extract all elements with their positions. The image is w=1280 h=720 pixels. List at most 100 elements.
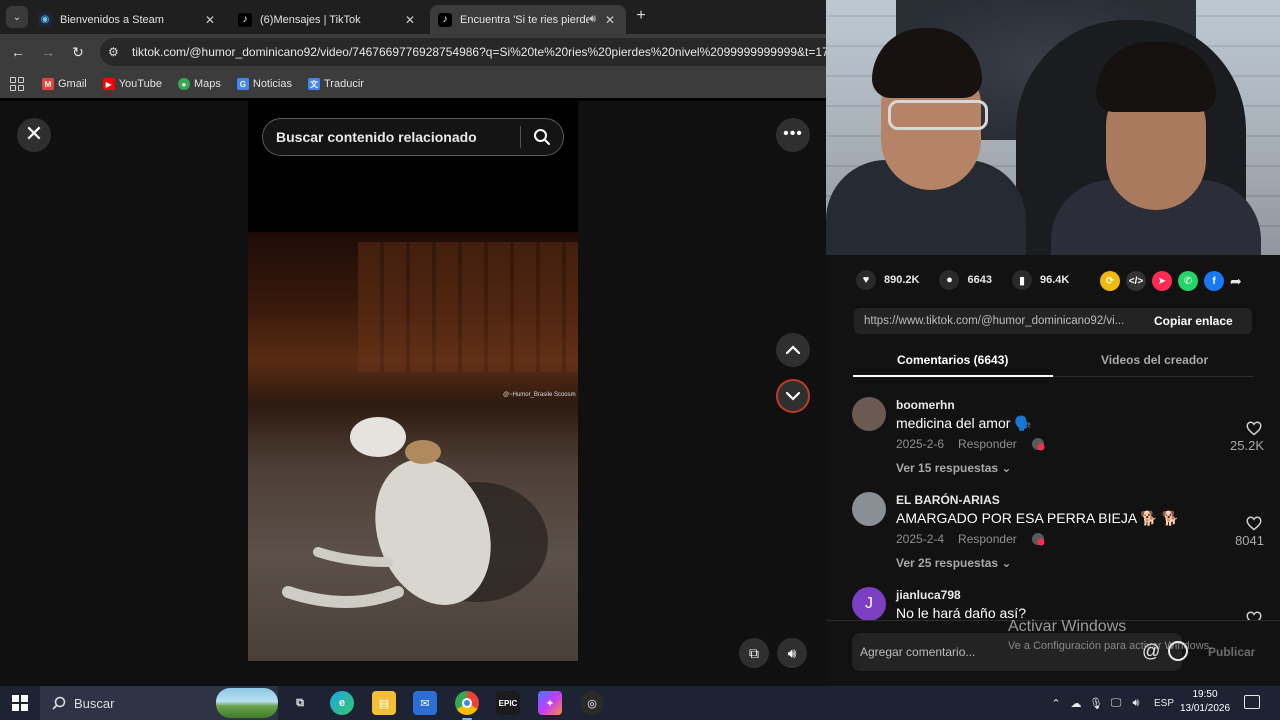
avatar[interactable]: J bbox=[852, 587, 886, 621]
copilot-icon[interactable]: ✦ bbox=[538, 691, 562, 715]
comment-username[interactable]: EL BARÓN-ARIAS bbox=[896, 493, 1000, 507]
volume-tray-icon[interactable]: 🔊︎ bbox=[1126, 697, 1146, 710]
tab-creator-videos[interactable]: Videos del creador bbox=[1101, 353, 1208, 367]
new-tab-button[interactable]: + bbox=[632, 7, 650, 27]
forward-icon[interactable]: → bbox=[39, 43, 57, 61]
tab-steam[interactable]: ◉ Bienvenidos a Steam ✕ bbox=[30, 5, 226, 34]
facebook-icon[interactable]: f bbox=[1204, 271, 1224, 291]
task-view-icon[interactable]: ⧉ bbox=[288, 691, 312, 715]
obs-icon[interactable]: ◎ bbox=[580, 691, 604, 715]
repost-icon[interactable]: ⟳ bbox=[1100, 271, 1120, 291]
reply-button[interactable]: Responder bbox=[958, 437, 1017, 451]
share-buttons: ⟳ </> ➤ ✆ f ➦ bbox=[1100, 271, 1242, 291]
system-tray: ⌃ ☁ 🎙︎ 🖵 🔊︎ ESP bbox=[1046, 686, 1182, 720]
epic-games-icon[interactable]: EPIC bbox=[496, 691, 520, 715]
save-action[interactable]: ▮ 96.4K bbox=[1011, 270, 1070, 290]
close-tab-icon[interactable]: ✕ bbox=[202, 13, 218, 27]
search-icon[interactable] bbox=[521, 128, 563, 146]
microphone-icon[interactable]: 🎙︎ bbox=[1086, 697, 1106, 710]
post-comment-button[interactable]: Publicar bbox=[1208, 645, 1255, 659]
close-video-button[interactable]: ✕ bbox=[17, 118, 51, 152]
comment-like[interactable]: 25.2K bbox=[1224, 421, 1264, 453]
network-icon[interactable]: 🖵 bbox=[1106, 697, 1126, 710]
whatsapp-icon[interactable]: ✆ bbox=[1178, 271, 1198, 291]
related-search-input[interactable]: Buscar contenido relacionado bbox=[262, 118, 564, 156]
like-count: 890.2K bbox=[884, 274, 920, 286]
comment-action[interactable]: ● 6643 bbox=[939, 270, 992, 290]
browser-toolbar: ← → ↻ ⚙︎ tiktok.com/@humor_dominicano92/… bbox=[0, 34, 840, 70]
activate-windows-subtext: Ve a Configuración para activar Windows. bbox=[1008, 640, 1213, 652]
mail-icon[interactable]: ✉ bbox=[413, 691, 437, 715]
back-icon[interactable]: ← bbox=[9, 43, 27, 61]
taskbar-search[interactable]: Buscar bbox=[40, 686, 278, 720]
heart-outline-icon bbox=[1246, 516, 1262, 531]
youtube-icon: ▶ bbox=[102, 78, 115, 90]
chrome-icon[interactable] bbox=[455, 691, 479, 720]
copy-link-button[interactable]: Copiar enlace bbox=[1150, 314, 1233, 328]
notification-icon[interactable] bbox=[1244, 695, 1260, 709]
view-replies-button[interactable]: Ver 25 respuestas ⌄ bbox=[896, 556, 1011, 570]
apps-grid-icon[interactable] bbox=[10, 77, 24, 91]
webcam-glasses bbox=[888, 100, 988, 130]
tiktok-icon: ♪ bbox=[238, 12, 252, 27]
send-icon[interactable]: ➤ bbox=[1152, 271, 1172, 291]
bookmark-translate[interactable]: 文 Traducir bbox=[308, 78, 364, 90]
onedrive-icon[interactable]: ☁ bbox=[1066, 697, 1086, 710]
reply-button[interactable]: Responder bbox=[958, 532, 1017, 546]
language-indicator[interactable]: ESP bbox=[1154, 698, 1174, 709]
taskbar-search-placeholder: Buscar bbox=[74, 695, 115, 711]
comment-username[interactable]: boomerhn bbox=[896, 398, 955, 412]
bookmark-maps[interactable]: ● Maps bbox=[177, 78, 221, 90]
bookmark-news[interactable]: G Noticias bbox=[236, 78, 292, 90]
embed-icon[interactable]: </> bbox=[1126, 271, 1146, 291]
site-info-icon[interactable]: ⚙︎ bbox=[108, 45, 128, 59]
like-action[interactable]: ♥ 890.2K bbox=[856, 270, 919, 290]
file-explorer-icon[interactable]: ▤ bbox=[372, 691, 396, 715]
comment-placeholder: Agregar comentario... bbox=[860, 645, 976, 659]
bookmark-icon: ▮ bbox=[1011, 270, 1032, 290]
tab-comments[interactable]: Comentarios (6643) bbox=[897, 353, 1008, 367]
save-count: 96.4K bbox=[1039, 274, 1070, 286]
share-more-icon[interactable]: ➦ bbox=[1230, 273, 1242, 290]
reload-icon[interactable]: ↻ bbox=[69, 43, 87, 61]
bookmark-youtube[interactable]: ▶ YouTube bbox=[102, 78, 162, 90]
bookmark-label: Gmail bbox=[58, 78, 87, 90]
heart-outline-icon bbox=[1246, 421, 1262, 436]
clock-time: 19:50 bbox=[1192, 689, 1218, 700]
comment-item: J jianluca798 No le hará daño así? bbox=[852, 575, 1272, 621]
avatar[interactable] bbox=[852, 492, 886, 526]
edge-icon[interactable]: e bbox=[330, 691, 354, 715]
show-hidden-icons[interactable]: ⌃ bbox=[1046, 697, 1066, 710]
view-replies-button[interactable]: Ver 15 respuestas ⌄ bbox=[896, 461, 1011, 475]
steam-icon: ◉ bbox=[38, 12, 52, 27]
address-bar[interactable]: ⚙︎ tiktok.com/@humor_dominicano92/video/… bbox=[100, 38, 840, 66]
tab-tiktok-video[interactable]: ♪ Encuentra 'Si te ries pierdes 🔊︎ ✕ bbox=[430, 5, 626, 34]
news-icon: G bbox=[236, 78, 249, 90]
comment-like[interactable]: 8041 bbox=[1224, 516, 1264, 548]
translate-icon: 文 bbox=[308, 78, 320, 90]
floating-player-icon[interactable]: ⧉ bbox=[739, 638, 769, 668]
comment-username[interactable]: jianluca798 bbox=[896, 588, 961, 602]
next-video-button[interactable] bbox=[776, 379, 810, 413]
comment-input[interactable]: Agregar comentario... @ bbox=[852, 633, 1188, 671]
comment-item: boomerhn medicina del amor 🗣️ 2025-2-6 R… bbox=[852, 385, 1272, 480]
clock[interactable]: 19:50 13/01/2026 bbox=[1178, 688, 1232, 716]
bookmark-gmail[interactable]: M Gmail bbox=[42, 78, 87, 90]
avatar[interactable] bbox=[852, 397, 886, 431]
tiktok-icon: ♪ bbox=[438, 12, 452, 27]
tab-search-button[interactable]: ⌄ bbox=[6, 6, 28, 28]
video-player[interactable]: Buscar contenido relacionado @~Humor_Bra… bbox=[248, 101, 578, 661]
close-tab-icon[interactable]: ✕ bbox=[402, 13, 418, 27]
speaker-icon[interactable]: 🔊︎ bbox=[589, 13, 596, 26]
tab-title: (6)Mensajes | TikTok bbox=[260, 13, 361, 26]
tab-tiktok-messages[interactable]: ♪ (6)Mensajes | TikTok ✕ bbox=[230, 5, 426, 34]
close-tab-icon[interactable]: ✕ bbox=[602, 13, 618, 27]
volume-icon[interactable]: 🔊︎ bbox=[777, 638, 807, 668]
search-placeholder: Buscar contenido relacionado bbox=[276, 129, 477, 145]
start-button[interactable] bbox=[12, 695, 28, 711]
more-options-button[interactable]: ••• bbox=[776, 118, 810, 152]
video-frame: @~Humor_Brasile Scoosm bbox=[248, 232, 578, 661]
activate-windows-watermark: Activar Windows bbox=[1008, 618, 1127, 635]
previous-video-button[interactable] bbox=[776, 333, 810, 367]
gmail-icon: M bbox=[42, 78, 54, 90]
